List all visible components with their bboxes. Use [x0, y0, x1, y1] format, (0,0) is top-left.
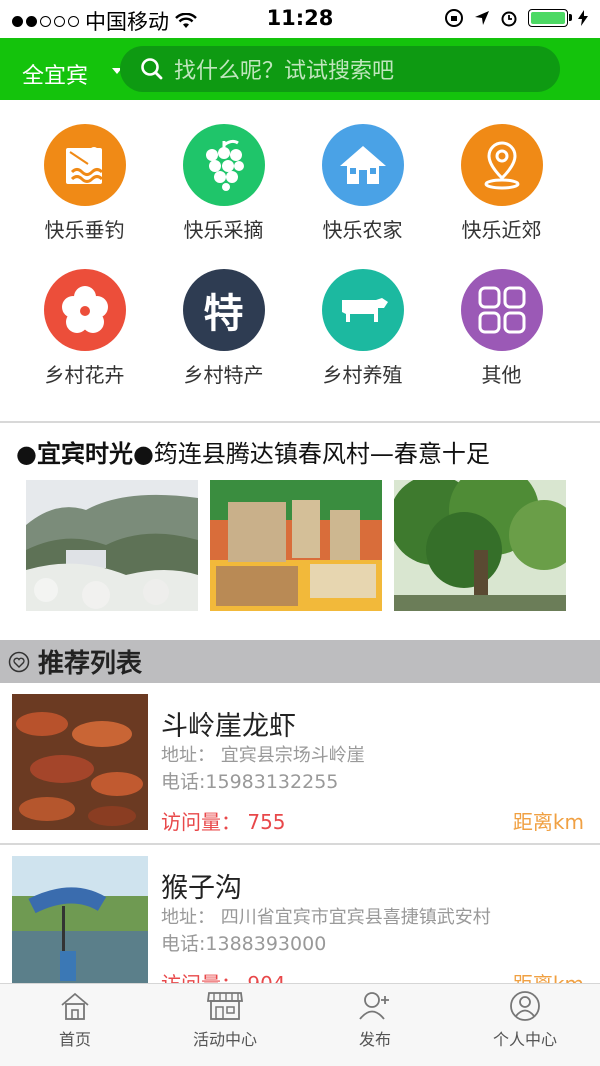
headline[interactable]: ●宜宾时光●筠连县腾达镇春风村—春意十足: [16, 434, 490, 469]
item-address: 地址： 宜宾县宗场斗岭崖: [161, 745, 365, 766]
heart-icon: [8, 651, 30, 672]
house-icon: [321, 124, 404, 206]
category-specialty[interactable]: 特 乡村特产: [154, 269, 293, 388]
battery-icon: [528, 9, 572, 27]
section-divider: [0, 421, 600, 423]
search-icon: [141, 58, 163, 80]
location-pin-icon: [460, 124, 543, 206]
item-thumbnail-crayfish: [12, 694, 148, 830]
alarm-icon: [501, 11, 517, 27]
tab-label: 首页: [58, 1030, 91, 1049]
photo-specialty-boxes[interactable]: [210, 480, 382, 611]
category-picking[interactable]: 快乐采摘: [154, 124, 293, 243]
search-input[interactable]: 找什么呢？试试搜索吧: [174, 53, 394, 85]
add-user-icon: [359, 992, 389, 1020]
item-name: 猴子沟: [161, 873, 242, 904]
charging-icon: [578, 10, 588, 26]
item-phone[interactable]: 电话:15983132255: [161, 767, 338, 794]
shop-icon: [206, 992, 244, 1020]
status-bar: 中国移动 11:28: [0, 0, 600, 38]
photo-big-tree[interactable]: [394, 480, 566, 611]
category-flowers[interactable]: 乡村花卉: [15, 269, 154, 388]
flower-icon: [43, 269, 126, 351]
category-label: 其他: [481, 363, 522, 387]
grapes-icon: [182, 124, 265, 206]
tab-bar: 首页 活动中心 发布 个人中心: [0, 983, 600, 1066]
category-label: 快乐近郊: [461, 218, 542, 242]
grid-icon: [460, 269, 543, 351]
headline-text: 筠连县腾达镇春风村—春意十足: [153, 440, 490, 468]
user-circle-icon: [510, 991, 540, 1021]
tab-profile[interactable]: 个人中心: [450, 984, 600, 1066]
category-grid: 快乐垂钓 快乐采摘 快乐农家 快乐近郊 乡村花卉 特 乡村特产 乡村养殖 其他: [0, 100, 600, 388]
list-item[interactable]: 斗岭崖龙虾 地址： 宜宾县宗场斗岭崖 电话:15983132255 访问量： 7…: [0, 684, 600, 844]
location-arrow-icon: [475, 11, 489, 25]
item-distance: 距离km: [512, 810, 584, 834]
rotation-lock-icon: [445, 9, 463, 27]
category-suburbs[interactable]: 快乐近郊: [432, 124, 571, 243]
recommend-header: 推荐列表: [0, 640, 600, 683]
item-visits: 访问量： 755: [161, 810, 286, 834]
tab-publish[interactable]: 发布: [300, 984, 450, 1066]
recommend-title: 推荐列表: [38, 649, 143, 679]
item-name: 斗岭崖龙虾: [161, 711, 296, 742]
category-farmhouse[interactable]: 快乐农家: [293, 124, 432, 243]
item-phone[interactable]: 电话:1388393000: [161, 929, 326, 956]
category-other[interactable]: 其他: [432, 269, 571, 388]
header-bar: 全宜宾 找什么呢？试试搜索吧: [0, 38, 600, 100]
search-bar[interactable]: 找什么呢？试试搜索吧: [120, 46, 560, 92]
tab-label: 活动中心: [192, 1030, 257, 1049]
photo-strip: [26, 480, 566, 611]
list-item[interactable]: 猴子沟 地址： 四川省宜宾市宜宾县喜捷镇武安村 电话:1388393000 访问…: [0, 846, 600, 1006]
tab-home[interactable]: 首页: [0, 984, 150, 1066]
specialty-icon: 特: [182, 269, 265, 351]
list-divider: [0, 843, 600, 845]
category-label: 快乐农家: [322, 218, 403, 242]
tab-label: 个人中心: [492, 1030, 557, 1049]
tab-label: 发布: [358, 1030, 391, 1049]
category-label: 乡村花卉: [44, 363, 125, 387]
category-label: 乡村养殖: [322, 363, 403, 387]
category-breeding[interactable]: 乡村养殖: [293, 269, 432, 388]
city-selector[interactable]: 全宜宾: [22, 58, 88, 90]
cow-icon: [321, 269, 404, 351]
tab-activity-center[interactable]: 活动中心: [150, 984, 300, 1066]
category-label: 乡村特产: [183, 363, 264, 387]
fishing-icon: [43, 124, 126, 206]
category-fishing[interactable]: 快乐垂钓: [15, 124, 154, 243]
photo-village-blossoms[interactable]: [26, 480, 198, 611]
category-label: 快乐垂钓: [44, 218, 125, 242]
item-address: 地址： 四川省宜宾市宜宾县喜捷镇武安村: [161, 907, 491, 928]
item-thumbnail-fishing-pond: [12, 856, 148, 992]
category-label: 快乐采摘: [183, 218, 264, 242]
home-icon: [61, 992, 89, 1020]
headline-prefix: ●宜宾时光●: [16, 440, 154, 468]
